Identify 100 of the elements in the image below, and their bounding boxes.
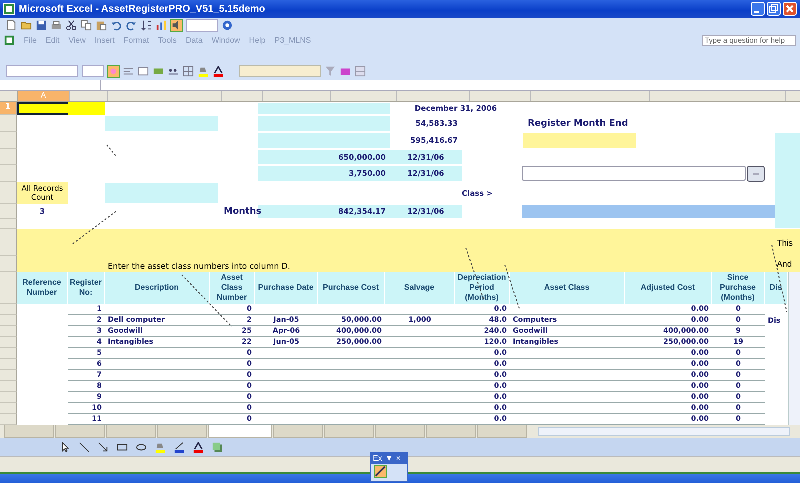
leader-line [72, 210, 118, 244]
toolbar-menu-glyph[interactable]: ▼ [385, 453, 394, 464]
pointer-icon[interactable] [60, 442, 71, 452]
menu-item[interactable]: Format [124, 36, 150, 45]
open-folder-icon[interactable] [21, 20, 32, 31]
borders-icon[interactable] [183, 66, 194, 76]
font-color-icon[interactable] [213, 66, 224, 76]
months-label: Months [223, 206, 262, 216]
menu-item[interactable]: View [68, 36, 86, 45]
sheet-tab[interactable] [273, 425, 323, 438]
row-header[interactable] [0, 403, 17, 414]
row-header[interactable] [0, 348, 17, 359]
filter-icon[interactable] [325, 66, 336, 76]
cut-icon[interactable] [66, 20, 77, 31]
row-header[interactable] [0, 414, 17, 425]
row-header[interactable] [0, 256, 17, 272]
column-header[interactable]: A [18, 91, 70, 101]
sort-icon[interactable] [141, 20, 152, 31]
workbook-icon[interactable] [4, 35, 15, 46]
dropdown-button[interactable] [747, 166, 765, 182]
menu-item[interactable]: Help [249, 36, 266, 45]
column-heading: Asset Class Number [210, 272, 255, 304]
row-header[interactable]: 1 [0, 102, 17, 115]
row-header[interactable] [0, 204, 17, 219]
column-heading: Since Purchase (Months) [712, 272, 765, 304]
column-heading: Asset Class [510, 272, 625, 304]
undo-icon[interactable] [111, 20, 122, 31]
fill-color-icon[interactable] [155, 442, 166, 452]
menu-item[interactable]: Window [212, 36, 240, 45]
column-heading: Salvage [385, 272, 455, 304]
line-tool-icon[interactable] [79, 442, 90, 452]
row-header[interactable] [0, 392, 17, 403]
chart-icon[interactable] [156, 20, 167, 31]
line-color-icon[interactable] [174, 442, 185, 452]
menu-item[interactable]: Data [186, 36, 203, 45]
row-header[interactable] [0, 326, 17, 337]
label-panel [258, 150, 325, 164]
spreadsheet-icon [3, 3, 15, 15]
fill-color-icon[interactable] [198, 66, 209, 76]
arrow-tool-icon[interactable] [98, 442, 109, 452]
horizontal-scrollbar[interactable] [538, 427, 790, 436]
row-header[interactable] [0, 132, 17, 149]
row-header[interactable] [0, 115, 17, 132]
toolbar-title: Ex [373, 453, 382, 464]
zoom-dropdown[interactable] [186, 19, 218, 32]
menu-item[interactable]: P3_MLNS [274, 36, 312, 45]
row-header[interactable] [0, 315, 17, 326]
chart-wizard-icon[interactable] [375, 466, 386, 477]
column-heading: Description [105, 272, 210, 304]
help-icon[interactable] [222, 20, 233, 31]
menu-item[interactable]: File [24, 36, 37, 45]
row-header[interactable] [0, 359, 17, 370]
toolbar-close-glyph[interactable]: × [396, 453, 401, 464]
row-header[interactable] [0, 149, 17, 165]
minimize-button[interactable] [751, 2, 765, 16]
oval-tool-icon[interactable] [136, 442, 147, 452]
row-header[interactable] [0, 229, 17, 256]
save-icon[interactable] [36, 20, 47, 31]
instruction-text: Enter the asset class numbers into column D. [107, 262, 292, 272]
rectangle-tool-icon[interactable] [117, 442, 128, 452]
close-button[interactable] [783, 2, 797, 16]
row-header[interactable] [0, 165, 17, 182]
row-header[interactable] [0, 272, 17, 304]
column-heading: Register No: [68, 272, 105, 304]
register-month-end-label: Register Month End [527, 118, 630, 128]
menu-item[interactable]: Tools [158, 36, 177, 45]
menu-item[interactable]: Insert [94, 36, 115, 45]
row-header[interactable] [0, 381, 17, 392]
note-text: And [776, 259, 794, 269]
row-header[interactable] [0, 370, 17, 381]
grid-icon[interactable] [355, 66, 366, 76]
paste-icon[interactable] [96, 20, 107, 31]
sheet-tab[interactable] [324, 425, 374, 438]
row-header[interactable] [0, 219, 17, 229]
print-icon[interactable] [51, 20, 62, 31]
new-document-icon[interactable] [6, 20, 17, 31]
label-panel [258, 166, 325, 181]
copy-icon[interactable] [81, 20, 92, 31]
vertical-scrollbar[interactable] [788, 272, 800, 425]
restore-button[interactable] [767, 2, 781, 16]
redo-icon[interactable] [126, 20, 137, 31]
menu-item[interactable]: Edit [46, 36, 60, 45]
leader-line [106, 144, 116, 156]
align-icon[interactable] [123, 66, 134, 76]
class-input-field[interactable] [522, 166, 746, 181]
row-header[interactable] [0, 337, 17, 348]
style-dropdown[interactable] [239, 65, 321, 77]
font-color-icon[interactable] [193, 442, 204, 452]
sheet-tab[interactable] [375, 425, 425, 438]
column-heading: Purchase Cost [318, 272, 385, 304]
row-header[interactable] [0, 182, 17, 204]
row-header[interactable] [0, 304, 17, 315]
sheet-tab[interactable] [477, 425, 527, 438]
font-size-dropdown[interactable] [82, 65, 104, 77]
sheet-tab[interactable] [4, 425, 54, 438]
speaker-icon[interactable] [171, 20, 182, 31]
method-bar[interactable] [522, 205, 775, 218]
shadow-icon[interactable] [212, 442, 223, 452]
sheet-tab[interactable] [426, 425, 476, 438]
font-name-dropdown[interactable] [6, 65, 78, 77]
